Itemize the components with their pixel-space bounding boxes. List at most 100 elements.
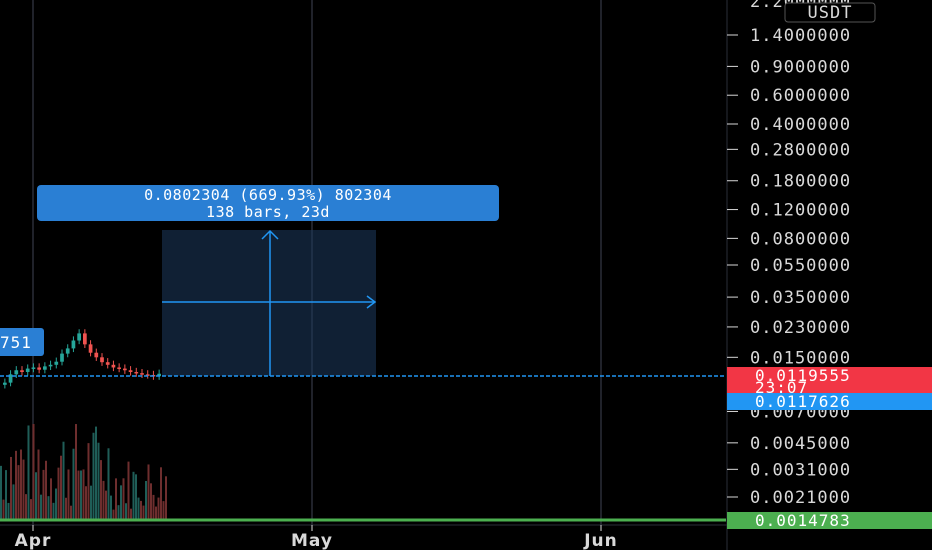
- time-tick-label: Apr: [15, 531, 52, 550]
- candle-body: [14, 370, 19, 375]
- price-chart[interactable]: 0.0802304 (669.93%) 802304 138 bars, 23d…: [0, 0, 932, 550]
- volume-bar: [90, 485, 92, 520]
- volume-bar: [30, 499, 32, 520]
- volume-bar: [97, 442, 100, 520]
- measure-line2: 138 bars, 23d: [206, 203, 330, 221]
- volume-bar: [20, 449, 22, 520]
- volume-bar: [100, 460, 102, 520]
- volume-bar: [72, 448, 75, 520]
- price-tick-label: 0.1200000: [750, 201, 851, 221]
- volume-bar: [127, 461, 130, 520]
- volume-bar: [50, 478, 52, 520]
- candle-body: [20, 370, 24, 372]
- volume-bar: [107, 448, 110, 520]
- candle-body: [25, 368, 30, 372]
- candle-body: [123, 368, 127, 371]
- currency-label: USDT: [808, 3, 853, 23]
- price-tick-label: 0.0800000: [750, 229, 851, 249]
- volume-bar: [132, 471, 135, 520]
- price-tick-label: 0.0350000: [750, 288, 851, 308]
- volume-bar: [0, 465, 2, 520]
- volume-bar: [112, 509, 115, 520]
- volume-bar: [45, 460, 47, 520]
- candle-body: [77, 333, 81, 341]
- volume-bar: [135, 474, 137, 520]
- time-tick-label: May: [291, 531, 333, 550]
- volume-bar: [87, 443, 90, 520]
- volume-bar: [140, 500, 142, 520]
- volume-bar: [115, 478, 117, 520]
- candle-body: [37, 367, 41, 370]
- volume-bar: [152, 494, 155, 520]
- candle-body: [111, 364, 116, 368]
- price-tick-label: 0.1800000: [750, 172, 851, 192]
- candle-body: [54, 361, 59, 365]
- volume-bar: [32, 423, 35, 520]
- volume-bar: [120, 485, 122, 520]
- candle-body: [48, 364, 53, 367]
- volume-bar: [145, 480, 147, 520]
- measure-tool[interactable]: 0.0802304 (669.93%) 802304 138 bars, 23d: [37, 185, 499, 376]
- volume-bar: [77, 470, 80, 520]
- candle-body: [65, 348, 70, 354]
- volume-bar: [137, 497, 140, 520]
- volume-bars: [0, 423, 167, 520]
- time-axis[interactable]: Apr May Jun: [15, 525, 618, 550]
- candle-body: [134, 371, 139, 374]
- candle-body: [117, 367, 121, 369]
- candle-body: [88, 344, 93, 353]
- volume-bar: [130, 508, 132, 520]
- volume-bar: [142, 505, 145, 520]
- volume-bar: [117, 505, 120, 520]
- price-tick-label: 0.0031000: [750, 460, 851, 480]
- volume-bar: [2, 499, 5, 520]
- candle-body: [140, 373, 144, 375]
- volume-bar: [125, 503, 127, 520]
- candle-body: [105, 362, 110, 365]
- line-price-value: 0.0117626: [755, 392, 851, 411]
- volume-bar: [47, 496, 50, 520]
- volume-bar: [92, 432, 95, 520]
- volume-bar: [160, 467, 162, 520]
- price-tick-label: 0.4000000: [750, 115, 851, 135]
- volume-bar: [17, 465, 20, 520]
- volume-bar: [25, 494, 27, 520]
- volume-bar: [75, 424, 77, 520]
- volume-bar: [42, 469, 45, 520]
- volume-bar: [102, 480, 105, 520]
- price-tick-label: 0.0230000: [750, 318, 851, 338]
- volume-bar: [57, 467, 60, 520]
- price-tick-label: 0.0045000: [750, 434, 851, 454]
- volume-bar: [150, 483, 152, 520]
- volume-bar: [162, 501, 165, 520]
- volume-bar: [80, 470, 82, 520]
- volume-bar: [157, 497, 160, 520]
- volume-bar: [5, 470, 7, 520]
- price-tick-label: 0.9000000: [750, 57, 851, 77]
- volume-bar: [105, 490, 107, 520]
- price-tick-label: 0.2800000: [750, 140, 851, 160]
- candle-body: [71, 340, 76, 349]
- volume-bar: [155, 506, 157, 520]
- price-axis[interactable]: 1.4000000 0.9000000 0.6000000 0.4000000 0.28…: [727, 0, 851, 508]
- candle-body: [83, 333, 87, 345]
- volume-bar: [7, 502, 10, 520]
- volume-bar: [70, 505, 72, 520]
- candle-body: [31, 367, 36, 369]
- candle-body: [100, 357, 104, 363]
- measure-range-box: [162, 230, 376, 376]
- volume-bar: [85, 486, 87, 520]
- volume-bar: [40, 494, 42, 520]
- volume-bar: [12, 484, 15, 520]
- volume-bar: [15, 450, 17, 520]
- volume-bar: [165, 476, 167, 520]
- left-edge-label: 751: [0, 333, 32, 352]
- volume-bar: [27, 425, 30, 520]
- low-price-value: 0.0014783: [755, 511, 851, 530]
- price-tick-label: 0.0550000: [750, 256, 851, 276]
- price-tick-label: 0.0021000: [750, 488, 851, 508]
- candle-body: [94, 352, 99, 358]
- volume-bar: [110, 495, 112, 520]
- candle-body: [128, 370, 133, 372]
- volume-bar: [147, 464, 150, 520]
